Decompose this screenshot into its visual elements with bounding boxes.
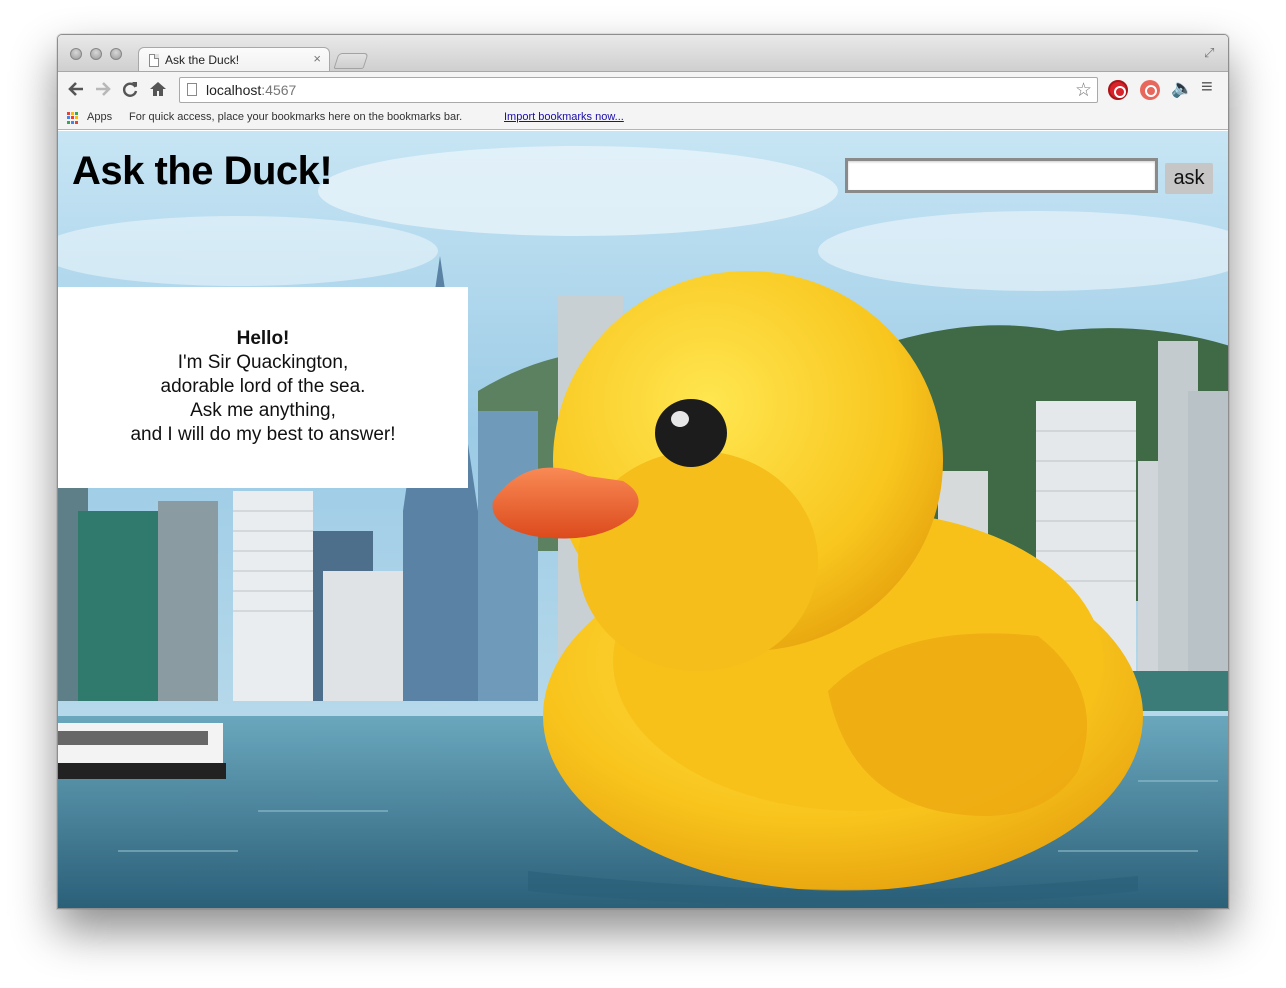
forward-arrow-icon[interactable] <box>93 79 113 99</box>
close-window-button[interactable] <box>70 48 82 60</box>
hamburger-menu-icon[interactable]: ≡ <box>1201 76 1213 99</box>
home-icon[interactable] <box>148 79 168 99</box>
page-title: Ask the Duck! <box>72 149 333 193</box>
page-icon <box>187 83 197 96</box>
browser-toolbar: localhost:4567 ☆ 🔈 ≡ <box>58 71 1228 105</box>
minimize-window-button[interactable] <box>90 48 102 60</box>
page-viewport: Ask the Duck! ask Hello! I'm Sir Quackin… <box>58 131 1228 908</box>
bookmark-star-icon[interactable]: ☆ <box>1075 79 1092 102</box>
fullscreen-icon[interactable]: ⤢ <box>1204 45 1218 60</box>
extension-ring-icon[interactable] <box>1140 80 1160 100</box>
apps-grid-icon[interactable] <box>67 112 79 124</box>
background-photo <box>58 131 1228 908</box>
zoom-window-button[interactable] <box>110 48 122 60</box>
tab-ask-the-duck[interactable]: Ask the Duck! × <box>138 47 330 72</box>
extension-speaker-icon[interactable]: 🔈 <box>1171 78 1193 99</box>
greeting-heading: Hello! <box>236 328 290 349</box>
apps-shortcut[interactable]: Apps <box>87 111 112 123</box>
address-bar[interactable]: localhost:4567 ☆ <box>179 77 1098 103</box>
ask-button[interactable]: ask <box>1165 163 1213 194</box>
greeting-line: Ask me anything, <box>190 400 336 421</box>
import-bookmarks-link[interactable]: Import bookmarks now... <box>504 111 624 123</box>
question-input[interactable] <box>845 158 1158 193</box>
bookmarks-bar: Apps For quick access, place your bookma… <box>58 105 1228 130</box>
tab-strip: Ask the Duck! × ⤢ <box>58 35 1228 72</box>
browser-window: Ask the Duck! × ⤢ localhost:4567 ☆ 🔈 ≡ A… <box>57 34 1229 909</box>
back-arrow-icon[interactable] <box>66 79 86 99</box>
page-icon <box>149 54 159 67</box>
duck-greeting-card: Hello! I'm Sir Quackington, adorable lor… <box>58 287 468 488</box>
tab-close-icon[interactable]: × <box>313 51 321 66</box>
bookmarks-hint: For quick access, place your bookmarks h… <box>129 111 463 123</box>
greeting-line: adorable lord of the sea. <box>160 376 366 397</box>
tab-title: Ask the Duck! <box>165 53 240 67</box>
new-tab-button[interactable] <box>333 53 369 69</box>
extension-stop-icon[interactable] <box>1108 80 1128 100</box>
reload-icon[interactable] <box>120 79 140 99</box>
greeting-line: and I will do my best to answer! <box>130 424 396 445</box>
url-text: localhost:4567 <box>206 82 297 98</box>
greeting-line: I'm Sir Quackington, <box>177 352 349 373</box>
